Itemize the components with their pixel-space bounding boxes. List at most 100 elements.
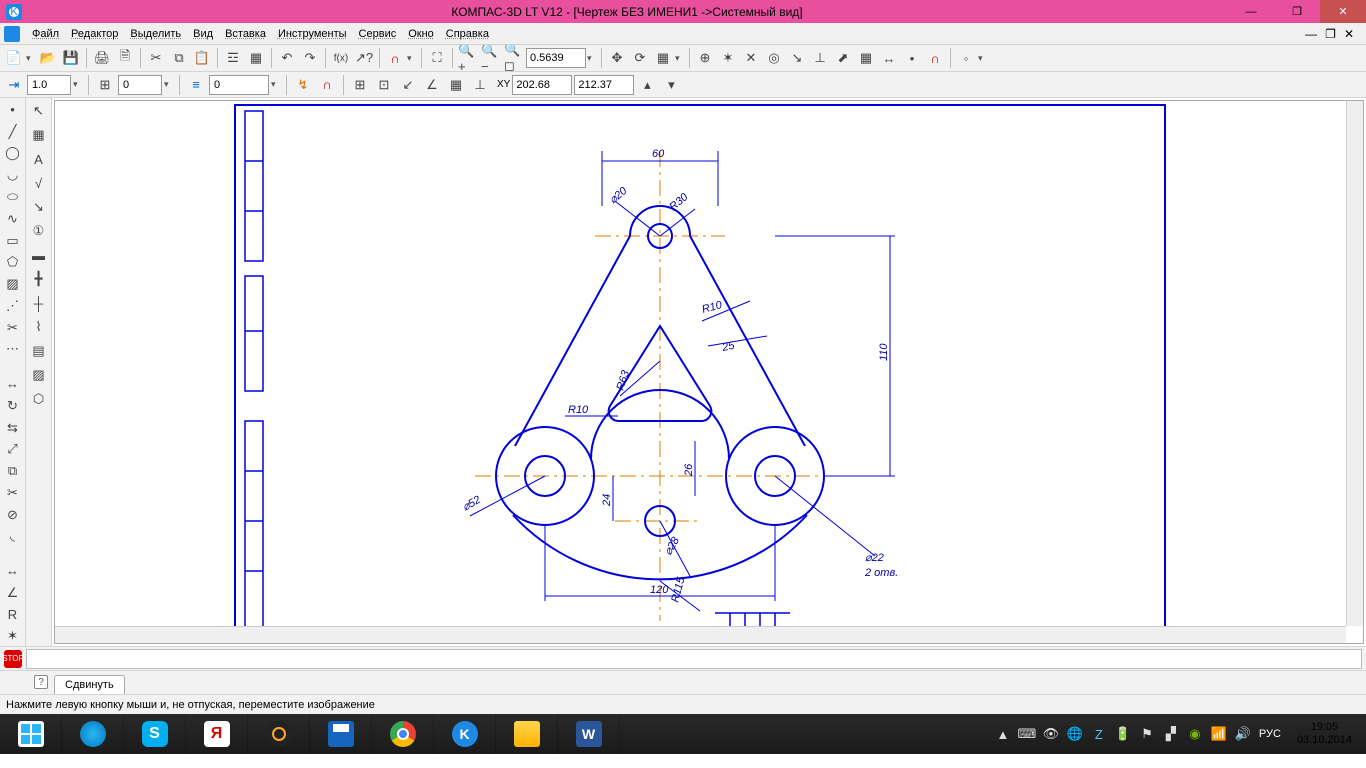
- print-icon[interactable]: 🖨: [91, 47, 113, 69]
- more-tools-icon[interactable]: ◦: [955, 47, 977, 69]
- snap-align-icon[interactable]: ↔: [878, 47, 900, 69]
- snap-off-icon[interactable]: ∩: [924, 47, 946, 69]
- horizontal-scrollbar[interactable]: [55, 626, 1346, 643]
- edit-break-icon[interactable]: ⊘: [2, 505, 24, 525]
- x-coord-field[interactable]: [512, 75, 572, 95]
- geom-circle-icon[interactable]: ◯: [2, 144, 24, 164]
- menu-file[interactable]: Файл: [26, 26, 65, 42]
- mdi-close[interactable]: ✕: [1344, 27, 1354, 41]
- tray-keyboard-icon[interactable]: ⌨: [1019, 726, 1035, 742]
- text-icon[interactable]: A: [28, 148, 50, 170]
- geom-cut-icon[interactable]: ✂: [2, 318, 24, 338]
- snap-perp-icon[interactable]: ⊥: [809, 47, 831, 69]
- geom-aux-icon[interactable]: ⋰: [2, 296, 24, 316]
- help-arrow-icon[interactable]: ↗?: [353, 47, 375, 69]
- geom-point-icon[interactable]: •: [2, 100, 24, 120]
- snap-center-icon[interactable]: ◎: [763, 47, 785, 69]
- task-aimp[interactable]: [248, 714, 310, 754]
- zoom-fit-icon[interactable]: ⛶: [426, 47, 448, 69]
- dim-radius-icon[interactable]: R: [2, 605, 24, 625]
- tray-volume-icon[interactable]: 🔊: [1235, 726, 1251, 742]
- close-button[interactable]: ✕: [1320, 0, 1366, 23]
- tray-wifi-icon[interactable]: 📶: [1211, 726, 1227, 742]
- menu-edit[interactable]: Редактор: [65, 26, 124, 42]
- copy-icon[interactable]: ⧉: [168, 47, 190, 69]
- tray-flag-icon[interactable]: ⚑: [1139, 726, 1155, 742]
- task-word[interactable]: W: [558, 714, 620, 754]
- help-icon[interactable]: ?: [34, 675, 48, 689]
- magnet-dropdown[interactable]: ▾: [407, 53, 417, 64]
- roughness-icon[interactable]: √: [28, 172, 50, 194]
- layer-field[interactable]: [209, 75, 269, 95]
- snap-icon[interactable]: ∩: [316, 74, 338, 96]
- layer-dropdown[interactable]: ▾: [271, 79, 281, 90]
- tray-clock[interactable]: 19:05 03.10.2014: [1289, 721, 1360, 747]
- angle-field[interactable]: [118, 75, 162, 95]
- magnet-icon[interactable]: ∩: [384, 47, 406, 69]
- vertical-scrollbar[interactable]: [1346, 101, 1363, 626]
- sel-arrow-icon[interactable]: ↖: [28, 100, 50, 122]
- dim-more-icon[interactable]: ✶: [2, 626, 24, 646]
- angle-lock-icon[interactable]: ⊞: [94, 74, 116, 96]
- hatchfill-icon[interactable]: ▨: [28, 364, 50, 386]
- centerline-icon[interactable]: ╋: [28, 268, 50, 290]
- balloon-icon[interactable]: ①: [28, 220, 50, 242]
- tray-globe-icon[interactable]: 🌐: [1067, 726, 1083, 742]
- menu-window[interactable]: Окно: [402, 26, 440, 42]
- open-icon[interactable]: 📂: [37, 47, 59, 69]
- geom-rect-icon[interactable]: ▭: [2, 231, 24, 251]
- coord-down-icon[interactable]: ▾: [660, 74, 682, 96]
- edit-mirror-icon[interactable]: ⇆: [2, 418, 24, 438]
- task-skype[interactable]: S: [124, 714, 186, 754]
- redo-icon[interactable]: ↷: [299, 47, 321, 69]
- edit-copy-icon[interactable]: ⧉: [2, 461, 24, 481]
- save-icon[interactable]: 💾: [60, 47, 82, 69]
- start-button[interactable]: [0, 714, 62, 754]
- step-dropdown[interactable]: ▾: [73, 79, 83, 90]
- dim-linear-icon[interactable]: ↔: [2, 561, 24, 581]
- geom-arc-icon[interactable]: ◡: [2, 165, 24, 185]
- step-field[interactable]: [27, 75, 71, 95]
- ortho-icon[interactable]: ↯: [292, 74, 314, 96]
- stop-icon[interactable]: STOP: [4, 650, 22, 668]
- task-kompas[interactable]: K: [434, 714, 496, 754]
- menu-service[interactable]: Сервис: [353, 26, 403, 42]
- edit-trim-icon[interactable]: ✂: [2, 483, 24, 503]
- axis-icon[interactable]: ┼: [28, 292, 50, 314]
- mdi-minimize[interactable]: —: [1305, 27, 1317, 41]
- task-chrome[interactable]: [372, 714, 434, 754]
- section-icon[interactable]: ▬: [28, 244, 50, 266]
- preview-icon[interactable]: 🗎: [114, 47, 136, 69]
- tray-chart-icon[interactable]: ▞: [1163, 726, 1179, 742]
- redraw-dropdown[interactable]: ▾: [675, 53, 685, 64]
- sel-grid-icon[interactable]: ▦: [28, 124, 50, 146]
- table-icon[interactable]: ▤: [28, 340, 50, 362]
- tray-eye-icon[interactable]: 👁: [1043, 726, 1059, 742]
- new-doc-dropdown[interactable]: ▾: [26, 53, 36, 64]
- geom-line-icon[interactable]: ╱: [2, 122, 24, 142]
- function-icon[interactable]: f(x): [330, 47, 352, 69]
- polygon2-icon[interactable]: ⬡: [28, 388, 50, 410]
- menu-select[interactable]: Выделить: [124, 26, 187, 42]
- pan-icon[interactable]: ✥: [606, 47, 628, 69]
- task-yandex[interactable]: Я: [186, 714, 248, 754]
- menu-app-icon[interactable]: [4, 26, 20, 42]
- mdi-restore[interactable]: ❐: [1325, 27, 1336, 41]
- tray-lang[interactable]: РУС: [1259, 728, 1281, 740]
- message-input[interactable]: [26, 649, 1362, 669]
- step-icon[interactable]: ⇥: [3, 74, 25, 96]
- layer-icon[interactable]: ≡: [185, 74, 207, 96]
- coord-up-icon[interactable]: ▴: [636, 74, 658, 96]
- snap-grid-icon[interactable]: ▦: [855, 47, 877, 69]
- layers-icon[interactable]: ▦: [245, 47, 267, 69]
- undo-icon[interactable]: ↶: [276, 47, 298, 69]
- new-doc-icon[interactable]: 📄: [3, 47, 25, 69]
- menu-help[interactable]: Справка: [440, 26, 495, 42]
- csys-ortho-icon[interactable]: ⊥: [469, 74, 491, 96]
- snap-mid-icon[interactable]: ✶: [717, 47, 739, 69]
- csys-grid-icon[interactable]: ▦: [445, 74, 467, 96]
- edit-move-icon[interactable]: ↔: [2, 374, 24, 394]
- maximize-button[interactable]: ❐: [1274, 0, 1320, 23]
- task-explorer[interactable]: [496, 714, 558, 754]
- snap-near-icon[interactable]: ⬈: [832, 47, 854, 69]
